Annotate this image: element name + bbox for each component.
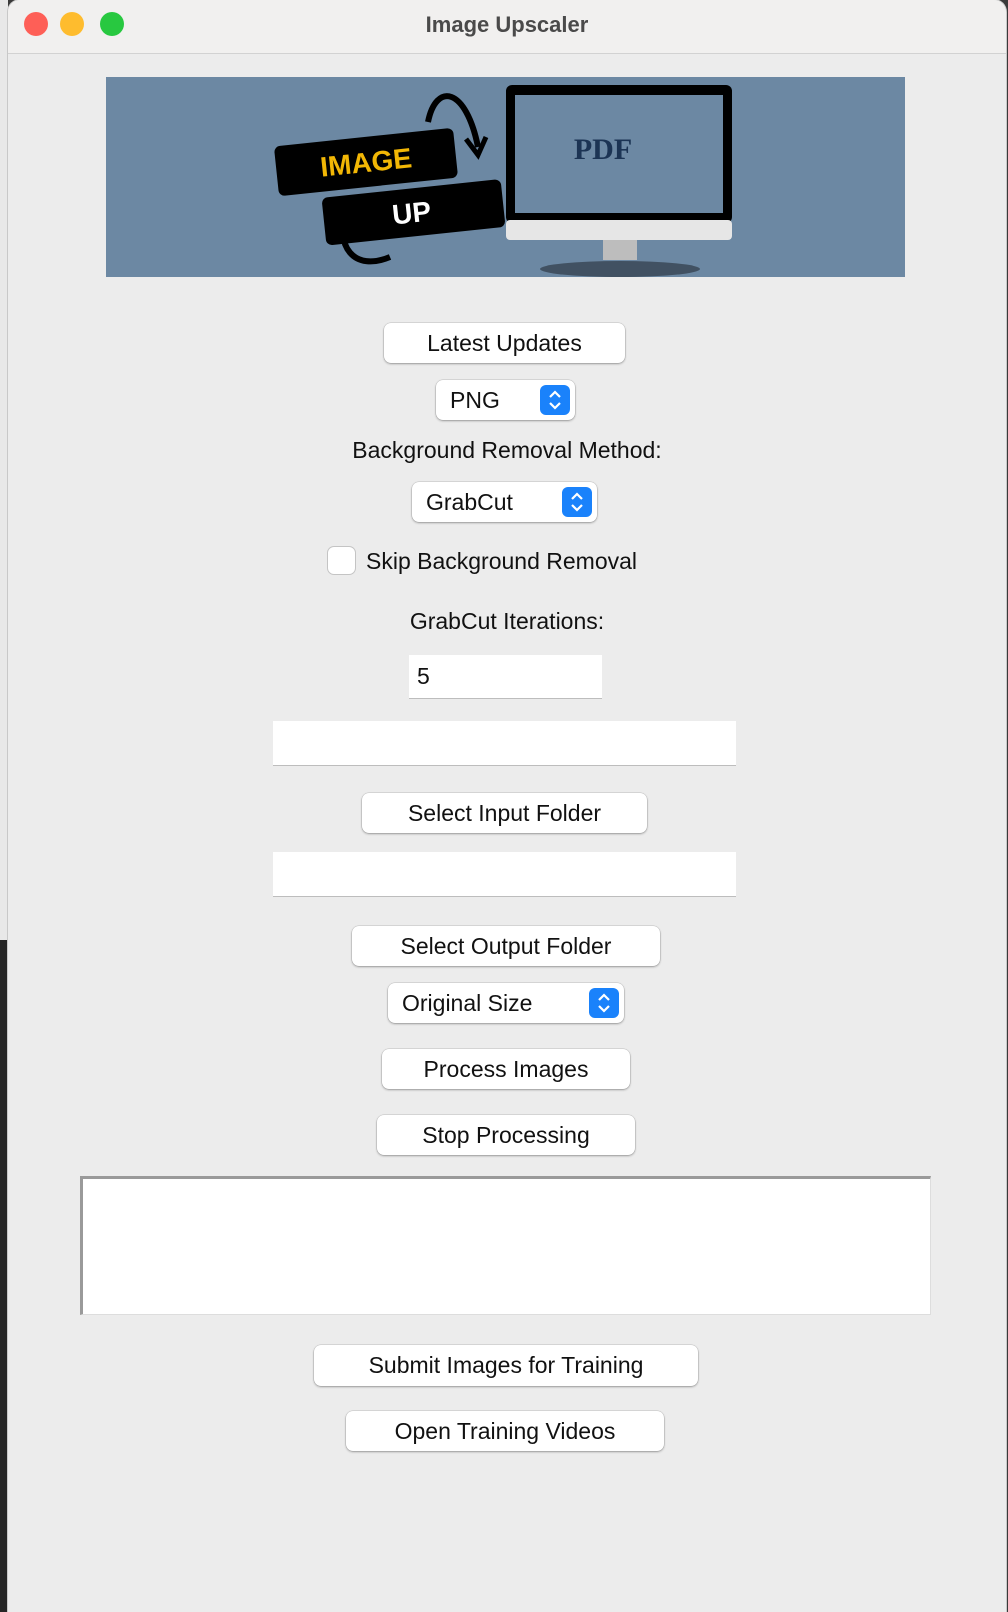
process-images-button[interactable]: Process Images bbox=[382, 1049, 630, 1089]
chevron-up-down-icon bbox=[589, 988, 619, 1018]
select-input-folder-button[interactable]: Select Input Folder bbox=[362, 793, 647, 833]
output-folder-field[interactable] bbox=[273, 852, 736, 897]
banner-logo-word2: UP bbox=[391, 196, 433, 231]
bg-method-select[interactable]: GrabCut bbox=[412, 482, 597, 522]
desktop-background-dark bbox=[0, 940, 8, 1612]
bg-method-label: Background Removal Method: bbox=[352, 437, 662, 463]
window-title: Image Upscaler bbox=[425, 12, 589, 37]
app-window: Image Upscaler IMAGE UP PDF Latest Updat… bbox=[8, 0, 1006, 1612]
format-select[interactable]: PNG bbox=[436, 380, 575, 420]
size-select[interactable]: Original Size bbox=[388, 983, 624, 1023]
bg-method-select-value: GrabCut bbox=[426, 488, 513, 515]
skip-bg-checkbox[interactable] bbox=[328, 547, 355, 574]
open-training-videos-button[interactable]: Open Training Videos bbox=[346, 1411, 664, 1451]
input-folder-field[interactable] bbox=[273, 721, 736, 766]
banner-screen-logo: PDF bbox=[574, 133, 632, 166]
chevron-up-down-icon bbox=[540, 385, 570, 415]
iterations-label: GrabCut Iterations: bbox=[409, 608, 605, 634]
log-textarea[interactable] bbox=[80, 1176, 931, 1315]
chevron-up-down-icon bbox=[562, 487, 592, 517]
skip-bg-label[interactable]: Skip Background Removal bbox=[366, 548, 637, 575]
banner-image: IMAGE UP PDF bbox=[106, 77, 905, 277]
latest-updates-button[interactable]: Latest Updates bbox=[384, 323, 625, 363]
submit-training-button[interactable]: Submit Images for Training bbox=[314, 1345, 698, 1386]
stop-processing-button[interactable]: Stop Processing bbox=[377, 1115, 635, 1155]
format-select-value: PNG bbox=[450, 386, 500, 413]
size-select-value: Original Size bbox=[402, 989, 533, 1016]
iterations-input[interactable]: 5 bbox=[409, 655, 602, 699]
select-output-folder-button[interactable]: Select Output Folder bbox=[352, 926, 660, 966]
title-bar: Image Upscaler bbox=[8, 0, 1006, 54]
